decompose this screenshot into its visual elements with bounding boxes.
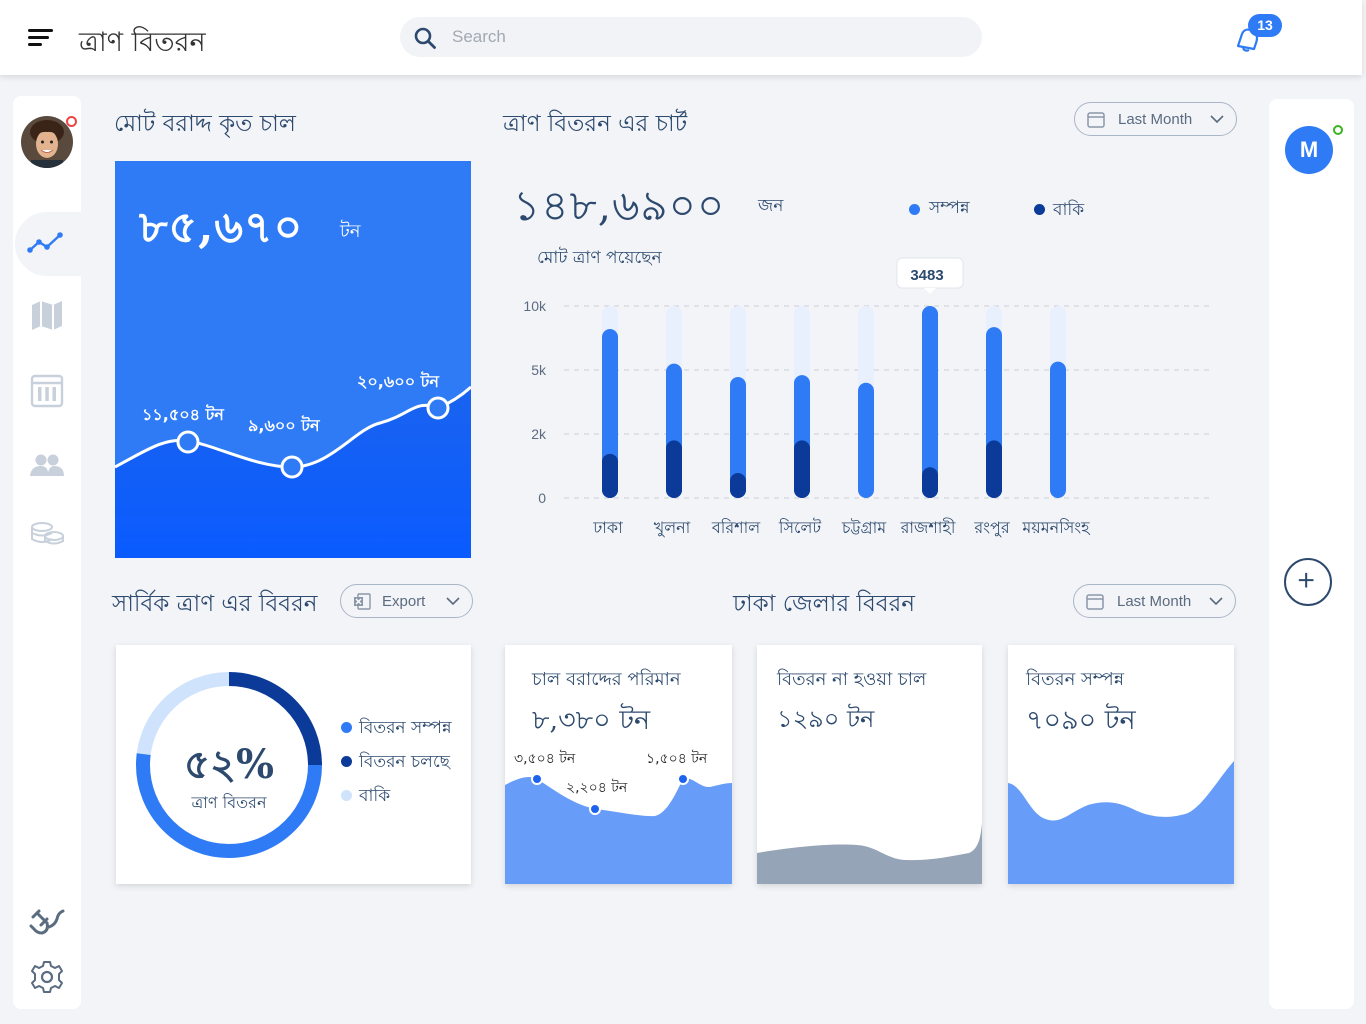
- avatar[interactable]: [21, 116, 73, 168]
- calendar-small-icon: [1086, 594, 1104, 610]
- chevron-down-icon: [1209, 597, 1223, 606]
- bar-complete[interactable]: [1050, 361, 1066, 498]
- coins-icon[interactable]: [27, 514, 67, 554]
- legend-dot: [341, 722, 352, 733]
- rice-point-label: ২০,৬০০ টন: [357, 372, 439, 391]
- x-category-label: ময়মনসিংহ: [1021, 518, 1091, 537]
- relief-total-unit: জন: [758, 196, 784, 216]
- dropdown-label: Export: [382, 593, 426, 610]
- legend-dot-remaining: [1034, 204, 1045, 215]
- overall-title: সার্বিক ত্রাণ এর বিবরন: [112, 591, 318, 617]
- relief-bar-chart: 0 2k 5k 10k ঢাকা খুলনা বরিশাল সিলেট চট্টগ্রাম রাজ…: [523, 257, 1210, 537]
- x-category-label: খুলনা: [654, 518, 691, 537]
- rice-point-label: ১১,৫০৪ টন: [142, 405, 224, 424]
- bar-remaining[interactable]: [730, 473, 746, 498]
- relief-period-dropdown[interactable]: Last Month: [1074, 102, 1237, 136]
- y-tick-label: 2k: [531, 426, 547, 442]
- y-tick-label: 10k: [523, 298, 547, 314]
- overall-donut-card: ৫২% ত্রাণ বিতরন বিতরন সম্পন্ন বিতরন চলছে…: [116, 645, 471, 884]
- undistributed-area-chart: [757, 823, 982, 884]
- x-category-label: রাজশাহী: [900, 518, 956, 537]
- rice-summary-card: ৮৫,৬৭০ টন ১১,৫০৪ টন ৯,৬০০ টন ২০,৬০০ টন: [115, 161, 471, 558]
- distributed-area-chart: [1008, 761, 1234, 884]
- plus-icon[interactable]: [1284, 558, 1332, 606]
- users-icon[interactable]: [27, 446, 67, 486]
- rice-point-marker[interactable]: [176, 430, 200, 454]
- dropdown-label: Last Month: [1117, 593, 1192, 610]
- legend-label-remaining: বাকি: [1053, 200, 1085, 220]
- dhaka-card-distributed: বিতরন সম্পন্ন ৭০৯০ টন: [1008, 645, 1234, 884]
- x-category-label: চট্টগ্রাম: [841, 518, 887, 537]
- bar-complete[interactable]: [858, 382, 874, 498]
- rice-point-marker[interactable]: [280, 455, 304, 479]
- undistributed-area-fill: [757, 823, 982, 884]
- left-sidebar: [13, 96, 81, 1009]
- dhaka-title: ঢাকা জেলার বিবরন: [733, 591, 915, 617]
- status-dot: [66, 116, 77, 127]
- app-title: ত্রাণ বিতরন: [79, 27, 206, 58]
- bar-remaining[interactable]: [986, 440, 1002, 498]
- dhaka-card-allocation: চাল বরাদ্দের পরিমান ৮,৩৮০ টন ৩,৫০৪ টন ২,…: [505, 645, 732, 884]
- allocation-point-marker[interactable]: [531, 773, 543, 785]
- rice-summary-title: মোট বরাদ্দ কৃত চাল: [114, 111, 296, 137]
- dhaka-card-undistributed: বিতরন না হওয়া চাল ১২৯০ টন: [757, 645, 982, 884]
- legend-label-complete: সম্পন্ন: [929, 198, 970, 218]
- chevron-down-icon: [1210, 115, 1224, 124]
- search-icon[interactable]: [413, 26, 437, 50]
- online-status-dot: [1333, 125, 1343, 135]
- allocation-point-marker[interactable]: [677, 773, 689, 785]
- legend-dot: [341, 756, 352, 767]
- allocation-point-label: ২,২০৪ টন: [566, 780, 628, 796]
- excel-icon: [354, 593, 371, 610]
- bar-remaining[interactable]: [794, 440, 810, 498]
- dhaka-period-dropdown[interactable]: Last Month: [1073, 584, 1236, 618]
- rice-trend-chart: [115, 385, 471, 558]
- dropdown-label: Last Month: [1118, 111, 1193, 128]
- allocation-point-label: ৩,৫০৪ টন: [514, 751, 576, 767]
- tooltip-pointer: [924, 288, 936, 294]
- hamburger-menu-icon[interactable]: [28, 27, 56, 49]
- bar-remaining[interactable]: [666, 440, 682, 498]
- gear-icon[interactable]: [27, 957, 67, 997]
- x-category-label: সিলেট: [778, 518, 821, 537]
- legend-dot: [341, 790, 352, 801]
- search-input[interactable]: [452, 23, 952, 51]
- top-bar: ত্রাণ বিতরন 13: [0, 0, 1362, 75]
- map-icon[interactable]: [27, 296, 67, 336]
- legend-label: বাকি: [359, 786, 391, 806]
- legend-label: বিতরন চলছে: [359, 752, 450, 772]
- distributed-area-fill: [1008, 761, 1234, 884]
- plug-icon[interactable]: [27, 901, 67, 941]
- bar-remaining[interactable]: [922, 467, 938, 498]
- y-tick-label: 0: [538, 490, 546, 506]
- legend-dot-complete: [909, 204, 920, 215]
- analytics-icon[interactable]: [27, 222, 67, 262]
- x-category-label: রংপুর: [973, 518, 1011, 537]
- y-tick-label: 5k: [531, 362, 547, 378]
- allocation-point-marker[interactable]: [589, 803, 601, 815]
- rice-point-marker[interactable]: [426, 396, 450, 420]
- calendar-icon[interactable]: [27, 371, 67, 411]
- legend-label: বিতরন সম্পন্ন: [359, 718, 452, 738]
- tooltip-value: 3483: [910, 267, 943, 284]
- allocation-point-label: ১,৫০৪ টন: [646, 751, 708, 767]
- search-bar[interactable]: [400, 17, 982, 57]
- chevron-down-icon: [446, 597, 460, 606]
- calendar-small-icon: [1087, 112, 1105, 128]
- rice-point-label: ৯,৬০০ টন: [248, 416, 320, 435]
- bar-remaining[interactable]: [602, 453, 618, 498]
- notification-badge: 13: [1248, 14, 1282, 37]
- relief-total-value: ১৪৮,৬৯০০: [513, 181, 726, 230]
- right-panel: M: [1269, 99, 1354, 1009]
- relief-chart-title: ত্রাণ বিতরন এর চার্ট: [503, 111, 688, 137]
- export-dropdown[interactable]: Export: [340, 584, 473, 618]
- overall-caption: ত্রাণ বিতরন: [191, 793, 267, 812]
- x-category-label: বরিশাল: [711, 518, 761, 537]
- user-avatar[interactable]: M: [1285, 126, 1333, 174]
- x-category-label: ঢাকা: [592, 518, 623, 537]
